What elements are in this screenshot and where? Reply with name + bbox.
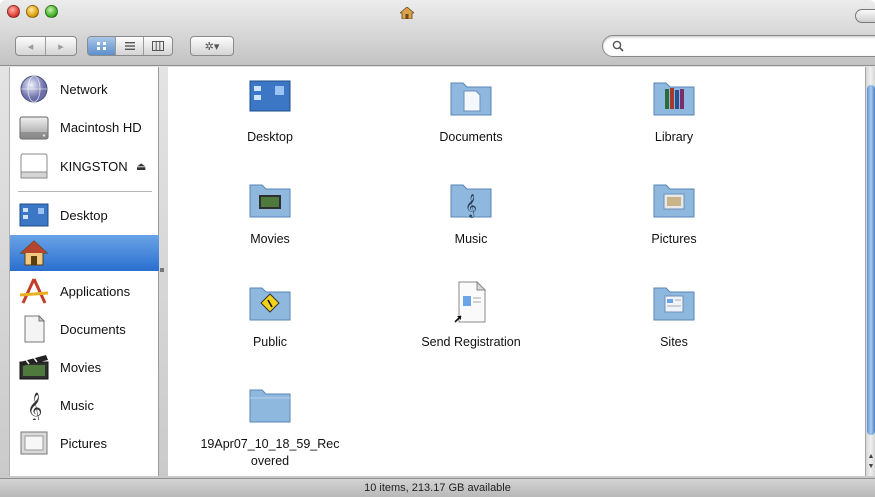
scroll-down-arrow-icon[interactable]: ▼ [867, 463, 875, 471]
documents-folder-icon [450, 82, 492, 116]
home-icon [19, 240, 49, 266]
eject-icon[interactable]: ⏏ [136, 160, 146, 173]
sidebar-item-label: Network [60, 81, 108, 97]
svg-text:𝄞: 𝄞 [27, 392, 42, 420]
icon-view: Desktop Documents Library Movies 𝄞 Music… [168, 67, 865, 476]
music-folder-icon: 𝄞 [450, 184, 492, 218]
library-folder-icon [653, 82, 695, 116]
music-note-icon: 𝄞 [27, 392, 42, 420]
back-button[interactable]: ◂ [16, 37, 47, 55]
picture-frame-icon [20, 431, 48, 455]
toolbar-toggle-button[interactable] [855, 9, 875, 23]
pictures-folder-icon [653, 184, 695, 218]
file-item-label: Desktop [247, 130, 293, 144]
sidebar-item-movies[interactable]: Movies [10, 349, 159, 385]
column-view-button[interactable] [144, 37, 172, 55]
sidebar-item-label: Music [60, 397, 94, 413]
sidebar-resize-handle[interactable] [160, 268, 164, 272]
clapperboard-icon [19, 355, 49, 380]
document-icon [24, 314, 46, 343]
sidebar-item-network[interactable]: Network [10, 71, 159, 107]
forward-button[interactable]: ▸ [46, 37, 76, 55]
file-item-label: Public [252, 335, 288, 349]
sidebar-item-home[interactable] [10, 235, 159, 271]
sidebar-item-label: Applications [60, 283, 131, 299]
home-icon [400, 7, 414, 19]
sidebar-item-music[interactable]: 𝄞 Music [10, 387, 159, 423]
network-globe-icon [20, 75, 48, 103]
action-menu: ✲▾ [190, 36, 234, 56]
sidebar-item-kingston[interactable]: KINGSTON ⏏ [10, 148, 159, 184]
svg-text:𝄞: 𝄞 [465, 193, 477, 218]
file-item-label: Library [654, 130, 694, 144]
sidebar-item-label: Pictures [60, 435, 107, 451]
view-mode-control [87, 36, 173, 56]
file-item-label: Pictures [651, 232, 697, 246]
status-bar: 10 items, 213.17 GB available [0, 478, 875, 497]
columns-icon [151, 41, 164, 51]
sidebar-item-documents[interactable]: Documents [10, 311, 159, 347]
plain-folder-icon [249, 389, 291, 423]
icon-view-button[interactable] [88, 37, 116, 55]
file-item-label: 19Apr07_10_18_59_Recovered [200, 437, 340, 468]
sidebar: Network Macintosh HD KINGSTON ⏏ Desktop … [9, 67, 159, 476]
sidebar-item-label: Documents [60, 321, 126, 337]
zoom-button[interactable] [45, 5, 58, 18]
public-folder-icon [249, 287, 291, 321]
file-item-label: Send Registration [421, 335, 521, 349]
scroll-up-arrow-icon[interactable]: ▲ [867, 453, 875, 461]
sidebar-item-desktop[interactable]: Desktop [10, 197, 159, 233]
gear-icon[interactable]: ✲▾ [191, 37, 233, 55]
file-item-label: Documents [439, 130, 503, 144]
sidebar-item-label: Desktop [60, 207, 108, 223]
search-icon [612, 40, 624, 52]
close-button[interactable] [7, 5, 20, 18]
search-field[interactable] [602, 35, 875, 57]
finder-window: ◂ ▸ ✲▾ Network Macintosh HD KINGSTON ⏏ D… [0, 0, 875, 497]
sidebar-divider [18, 191, 152, 192]
sidebar-item-macintosh-hd[interactable]: Macintosh HD [10, 109, 159, 145]
applications-icon [19, 278, 49, 304]
sidebar-item-label: KINGSTON [60, 158, 128, 174]
list-view-button[interactable] [116, 37, 144, 55]
sites-folder-icon [653, 287, 695, 321]
back-forward-control: ◂ ▸ [15, 36, 77, 56]
desktop-folder-icon [19, 203, 49, 227]
file-item-label: Music [454, 232, 488, 246]
sidebar-item-applications[interactable]: Applications [10, 273, 159, 309]
usb-drive-icon [20, 153, 48, 179]
alias-document-icon [454, 280, 487, 323]
vertical-scrollbar[interactable]: ▲ ▼ [865, 67, 875, 476]
list-lines-icon [124, 42, 135, 50]
minimize-button[interactable] [26, 5, 39, 18]
desktop-folder-icon [249, 80, 291, 112]
hard-drive-icon [19, 116, 49, 140]
scrollbar-thumb[interactable] [867, 85, 875, 435]
sidebar-item-label: Movies [60, 359, 102, 375]
file-item-label: Sites [660, 335, 688, 349]
sidebar-item-label: Macintosh HD [60, 119, 142, 135]
movies-folder-icon [249, 184, 291, 218]
sidebar-item-pictures[interactable]: Pictures [10, 425, 159, 461]
icon-grid-icon [96, 42, 106, 50]
file-item-label: Movies [250, 232, 290, 246]
toolbar: ◂ ▸ ✲▾ [0, 0, 875, 66]
